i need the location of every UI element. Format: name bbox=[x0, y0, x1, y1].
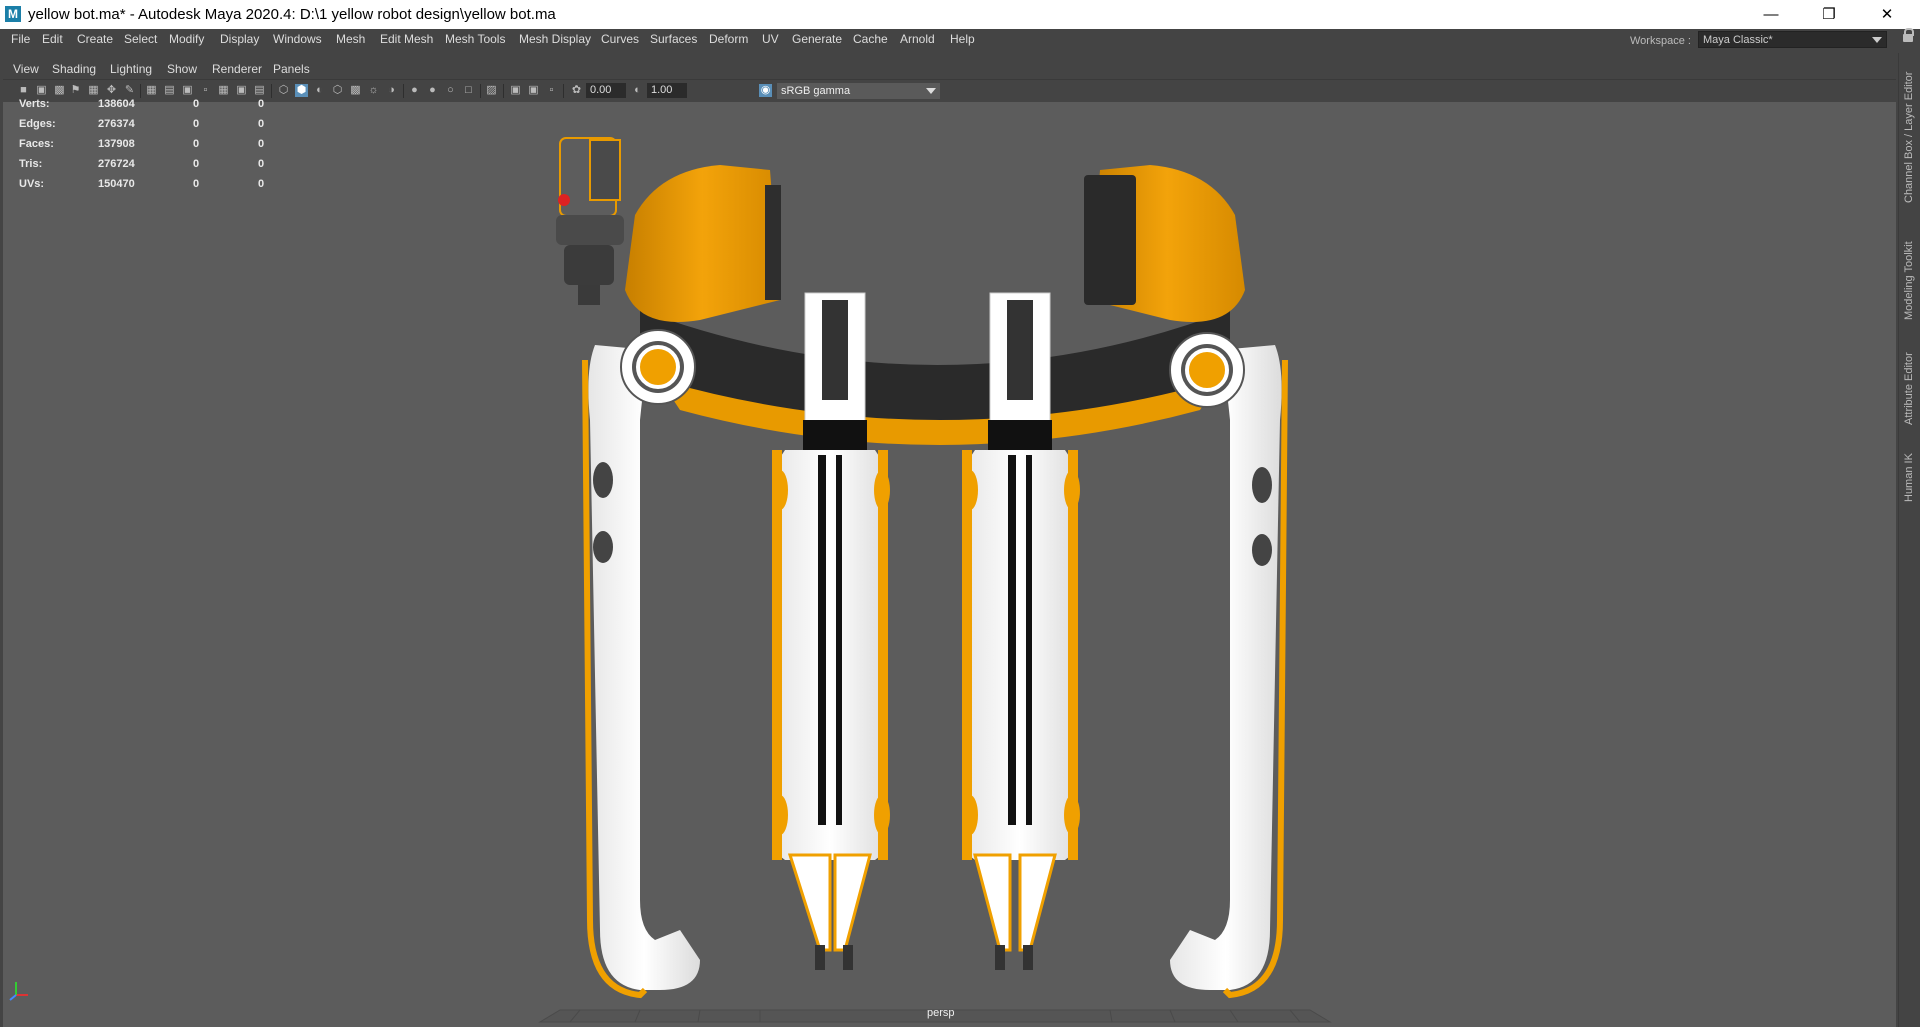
sensor-unit bbox=[556, 137, 624, 305]
right-tab-strip: Channel Box / Layer Editor Modeling Tool… bbox=[1898, 53, 1920, 1027]
viewport-3d[interactable] bbox=[0, 0, 1896, 1027]
tab-attribute-editor[interactable]: Attribute Editor bbox=[1899, 343, 1920, 433]
lock-icon[interactable] bbox=[1903, 28, 1914, 42]
camera-name-label: persp bbox=[927, 1007, 955, 1019]
robot-model[interactable] bbox=[556, 137, 1288, 999]
tab-channel-box[interactable]: Channel Box / Layer Editor bbox=[1899, 53, 1920, 213]
view-axis-icon bbox=[9, 982, 28, 1001]
tab-modeling-toolkit[interactable]: Modeling Toolkit bbox=[1899, 228, 1920, 328]
tab-human-ik[interactable]: Human IK bbox=[1899, 448, 1920, 508]
